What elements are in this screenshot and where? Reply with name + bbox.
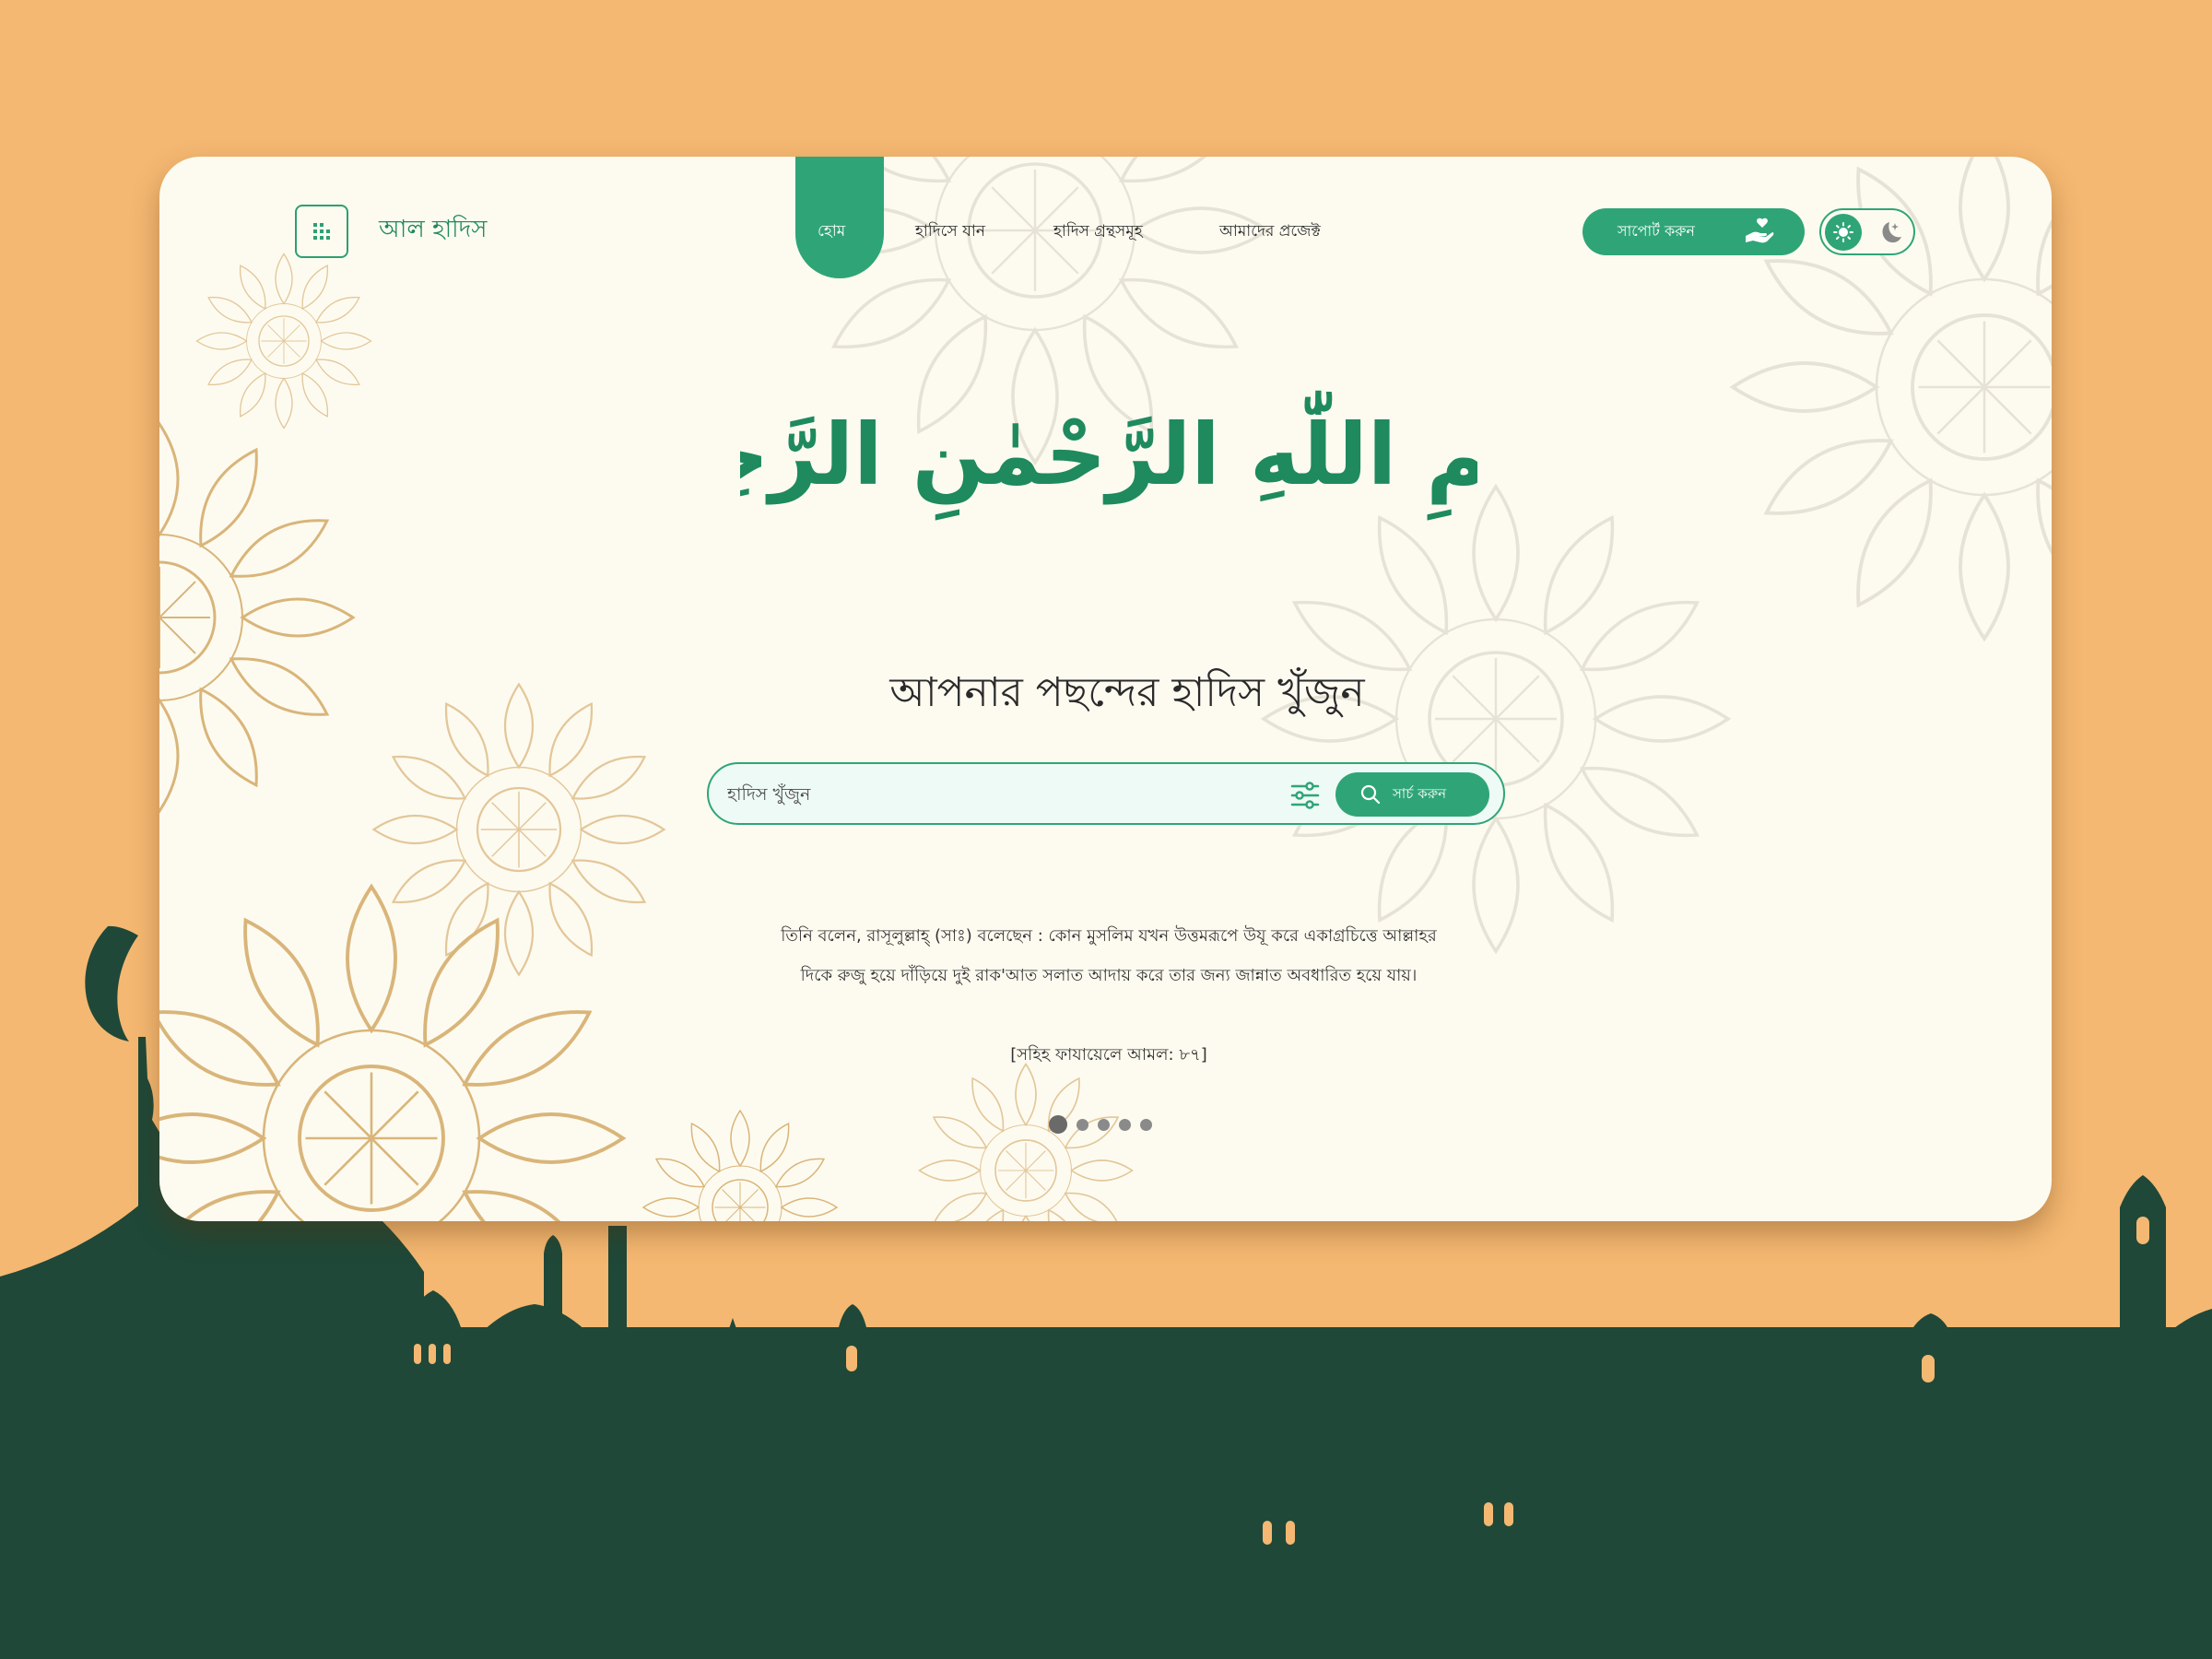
page-headline: আপনার পছন্দের হাদিস খুঁজুন — [889, 669, 1365, 716]
hadith-reference: [সহিহ ফাযায়েলে আমল: ৮৭] — [1010, 1045, 1207, 1065]
bismillah-text: بِسْمِ اللّٰهِ الرَّحْمٰنِ الرَّحِيْمِ — [740, 390, 1477, 521]
search-bar: সার্চ করুন — [707, 762, 1505, 825]
nav-item-go-to-hadith[interactable]: হাদিসে যান — [915, 219, 985, 245]
support-button-label: সাপোর্ট করুন — [1618, 222, 1695, 240]
sun-icon — [1825, 214, 1862, 251]
moon-icon — [1882, 222, 1901, 243]
nav-item-our-projects[interactable]: আমাদের প্রজেক্ট — [1219, 219, 1321, 245]
filter-sliders-icon[interactable] — [1289, 780, 1321, 811]
carousel-dot[interactable] — [1049, 1115, 1067, 1134]
carousel-dot[interactable] — [1119, 1118, 1131, 1131]
carousel-pagination — [1049, 1115, 1152, 1134]
hadith-line-1: তিনি বলেন, রাসূলুল্লাহ্ (সাঃ) বলেছেন : ক… — [781, 926, 1437, 946]
carousel-dot[interactable] — [1098, 1118, 1110, 1131]
nav-item-home[interactable]: হোম — [818, 219, 845, 245]
hadith-line-2: দিকে রুজু হয়ে দাঁড়িয়ে দুই রাক'আত সলাত… — [800, 966, 1418, 985]
search-button[interactable]: সার্চ করুন — [1335, 772, 1489, 817]
hadith-logo-icon[interactable] — [295, 205, 348, 258]
support-button[interactable]: সাপোর্ট করুন — [1583, 208, 1805, 255]
search-icon — [1360, 784, 1381, 805]
carousel-dot[interactable] — [1077, 1118, 1088, 1131]
nav-active-indicator — [795, 157, 884, 278]
heart-hand-icon — [1746, 218, 1774, 243]
app-window: আল হাদিস হোম হাদিসে যান হাদিস গ্রন্থসমূহ… — [159, 157, 2052, 1221]
hadith-text: তিনি বলেন, রাসূলুল্লাহ্ (সাঃ) বলেছেন : ক… — [722, 916, 1496, 995]
carousel-dot[interactable] — [1140, 1118, 1152, 1131]
search-input[interactable] — [727, 775, 1280, 814]
bismillah-calligraphy: بِسْمِ اللّٰهِ الرَّحْمٰنِ الرَّحِيْمِ — [740, 390, 1477, 521]
nav-item-hadith-books[interactable]: হাদিস গ্রন্থসমূহ — [1053, 219, 1143, 245]
search-button-label: সার্চ করুন — [1393, 784, 1447, 802]
brand-name[interactable]: আল হাদিস — [379, 210, 487, 251]
theme-toggle[interactable] — [1819, 208, 1915, 255]
